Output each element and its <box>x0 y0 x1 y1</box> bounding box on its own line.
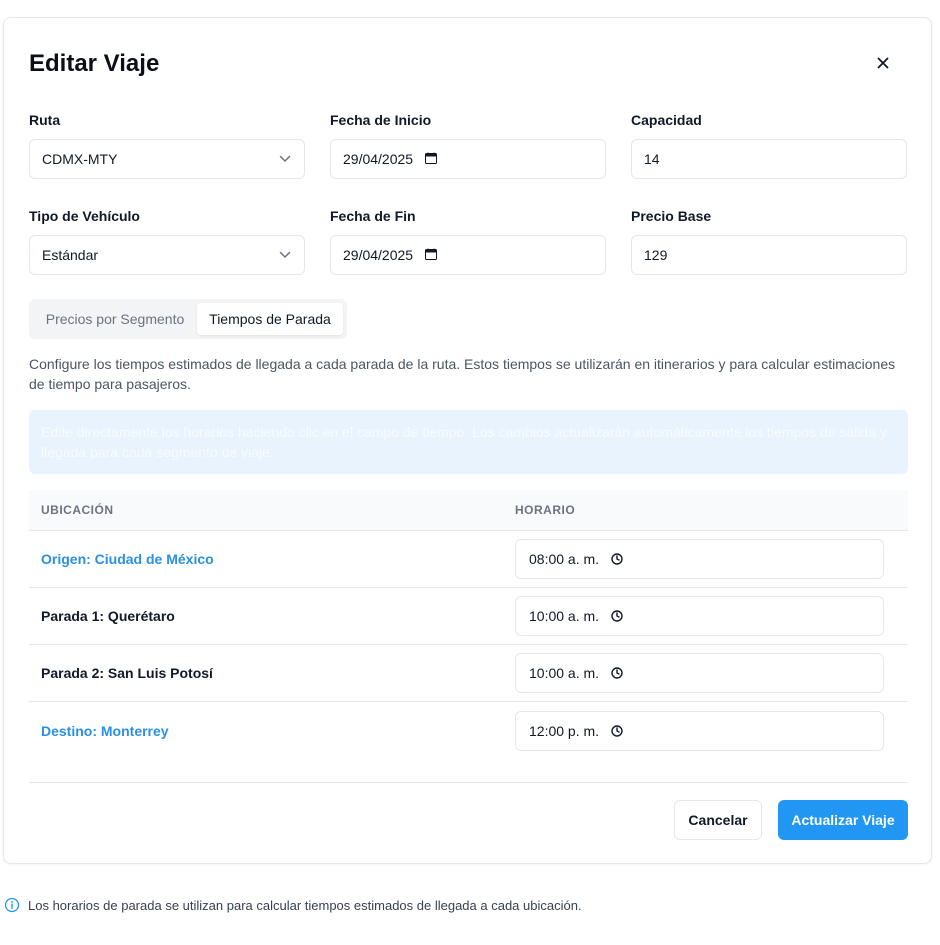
footer-note-text: Los horarios de parada se utilizan para … <box>28 897 582 913</box>
update-trip-button[interactable]: Actualizar Viaje <box>778 800 908 840</box>
vehicle-type-select[interactable]: Estándar <box>29 235 305 275</box>
start-date-label: Fecha de Inicio <box>330 112 432 128</box>
edit-trip-dialog: Editar Viaje Ruta Fecha de Inicio Capaci… <box>3 17 932 864</box>
route-label: Ruta <box>29 112 61 128</box>
tab-description: Configure los tiempos estimados de llega… <box>29 356 896 392</box>
table-row: Parada 2: San Luis Potosí 10:00 a. m. <box>29 645 908 702</box>
table-row: Parada 1: Querétaro 10:00 a. m. <box>29 588 908 645</box>
tab-stop-times[interactable]: Tiempos de Parada <box>197 303 343 335</box>
route-value: CDMX-MTY <box>42 151 118 167</box>
cancel-button[interactable]: Cancelar <box>674 800 762 840</box>
time-input[interactable]: 10:00 a. m. <box>515 653 884 693</box>
tab-list: Precios por Segmento Tiempos de Parada <box>29 299 347 339</box>
base-price-input[interactable]: 129 <box>631 235 907 275</box>
time-value: 12:00 p. m. <box>529 722 600 739</box>
divider <box>29 782 908 783</box>
info-icon <box>4 897 20 913</box>
start-date-input[interactable]: 29/04/2025 <box>330 139 606 179</box>
close-icon <box>877 57 889 69</box>
end-date-input[interactable]: 29/04/2025 <box>330 235 606 275</box>
capacity-input[interactable]: 14 <box>631 139 907 179</box>
tab-segment-prices[interactable]: Precios por Segmento <box>33 303 197 335</box>
table-row: Origen: Ciudad de México 08:00 a. m. <box>29 531 908 588</box>
clock-icon[interactable] <box>611 553 623 565</box>
vehicle-type-label: Tipo de Vehículo <box>29 208 140 224</box>
time-input[interactable]: 10:00 a. m. <box>515 596 884 636</box>
stop-location: Parada 1: Querétaro <box>41 608 175 624</box>
time-value: 10:00 a. m. <box>529 608 600 624</box>
footer-note: Los horarios de parada se utilizan para … <box>4 897 582 913</box>
clock-icon[interactable] <box>611 724 623 737</box>
start-date-value: 29/04/2025 <box>343 151 414 167</box>
vehicle-type-value: Estándar <box>42 247 99 263</box>
route-select[interactable]: CDMX-MTY <box>29 139 305 179</box>
clock-icon[interactable] <box>611 610 623 622</box>
calendar-icon[interactable] <box>425 151 438 167</box>
end-date-label: Fecha de Fin <box>330 208 416 224</box>
end-date-value: 29/04/2025 <box>343 247 414 263</box>
time-input[interactable]: 08:00 a. m. <box>515 539 884 579</box>
stop-times-table: UBICACIÓN HORARIO Origen: Ciudad de Méxi… <box>29 490 908 759</box>
time-value: 10:00 a. m. <box>529 665 600 681</box>
time-value: 08:00 a. m. <box>529 551 600 567</box>
time-input[interactable]: 12:00 p. m. <box>515 710 884 751</box>
info-box: Edite directamente los horarios haciendo… <box>29 410 908 474</box>
base-price-value: 129 <box>644 247 668 263</box>
close-button[interactable] <box>870 50 896 76</box>
stop-location: Parada 2: San Luis Potosí <box>41 665 213 681</box>
location-column-header: UBICACIÓN <box>41 503 114 517</box>
capacity-label: Capacidad <box>631 112 702 128</box>
base-price-label: Precio Base <box>631 208 712 224</box>
table-header: UBICACIÓN HORARIO <box>29 490 908 531</box>
chevron-down-icon <box>278 152 292 166</box>
chevron-down-icon <box>278 248 292 262</box>
dialog-title: Editar Viaje <box>29 50 160 77</box>
stop-location: Origen: Ciudad de México <box>41 551 214 567</box>
schedule-column-header: HORARIO <box>515 503 576 517</box>
clock-icon[interactable] <box>611 667 623 679</box>
capacity-value: 14 <box>644 151 660 167</box>
table-row: Destino: Monterrey 12:00 p. m. <box>29 702 908 759</box>
calendar-icon[interactable] <box>425 247 438 263</box>
stop-location: Destino: Monterrey <box>41 722 169 739</box>
